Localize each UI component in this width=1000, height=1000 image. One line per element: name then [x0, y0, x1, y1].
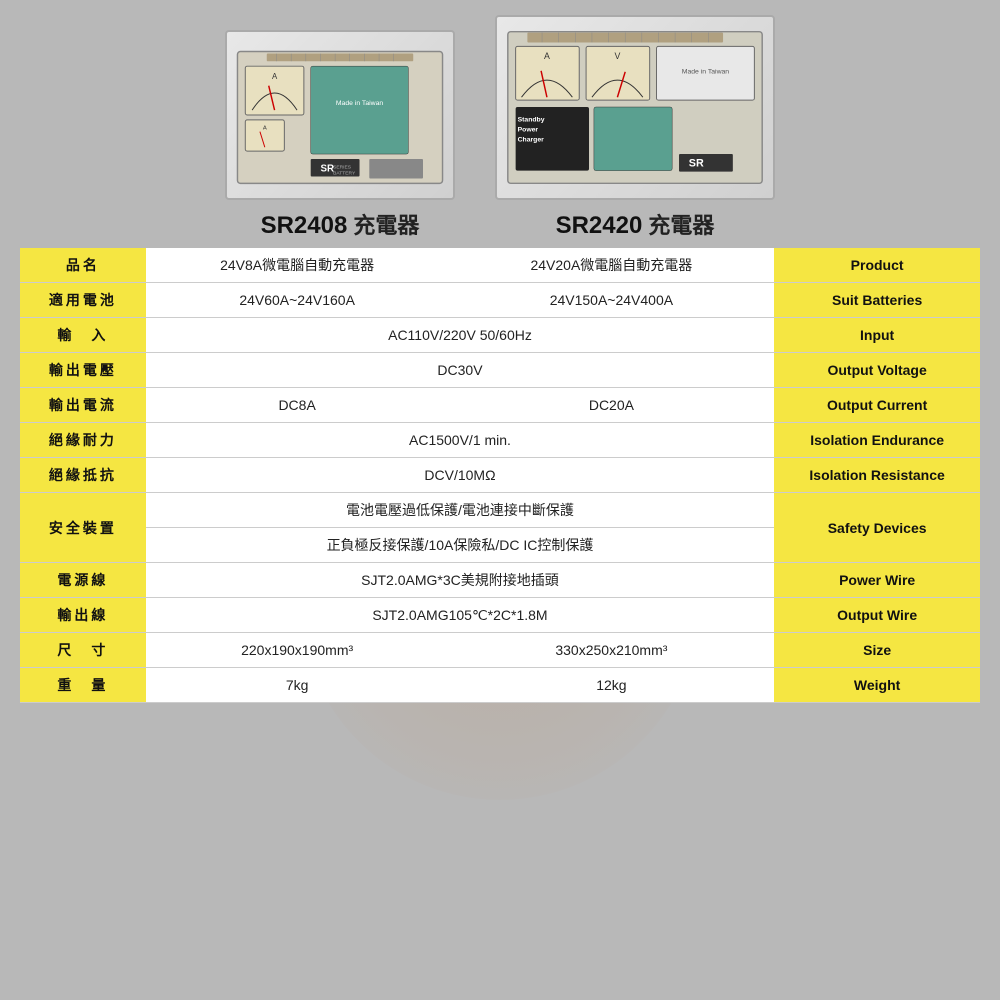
model-sr2408-suffix: 充電器 — [347, 213, 419, 238]
english-weight: Weight — [774, 668, 980, 703]
svg-text:A: A — [272, 72, 278, 81]
svg-text:Made in Taiwan: Made in Taiwan — [682, 69, 730, 76]
value-safety-devices-line2: 正負極反接保護/10A保險私/DC IC控制保護 — [146, 528, 775, 563]
product-sr2420-title: SR2420 充電器 — [556, 208, 715, 240]
model-sr2420: SR2420 — [556, 212, 643, 239]
value-sr2420-batteries: 24V150A~24V400A — [449, 283, 775, 318]
table-row-size: 尺 寸 220x190x190mm³ 330x250x210mm³ Size — [20, 633, 980, 668]
english-output-voltage: Output Voltage — [774, 353, 980, 388]
product-image-sr2408: A A Made in Taiwan SR SERIES — [225, 30, 455, 200]
table-row-output-current: 輸出電流 DC8A DC20A Output Current — [20, 388, 980, 423]
label-isolation-endurance: 絕緣耐力 — [20, 423, 146, 458]
svg-text:SERIES: SERIES — [333, 165, 352, 171]
english-power-wire: Power Wire — [774, 563, 980, 598]
value-sr2420-product: 24V20A微電腦自動充電器 — [449, 248, 775, 283]
label-product: 品名 — [20, 248, 146, 283]
english-isolation-endurance: Isolation Endurance — [774, 423, 980, 458]
value-sr2420-weight: 12kg — [449, 668, 775, 703]
product-image-sr2420: A V Made in Taiwan Standby — [495, 15, 775, 200]
table-row-isolation-endurance: 絕緣耐力 AC1500V/1 min. Isolation Endurance — [20, 423, 980, 458]
label-input: 輸 入 — [20, 318, 146, 353]
label-output-voltage: 輸出電壓 — [20, 353, 146, 388]
svg-text:SR: SR — [689, 158, 704, 170]
value-sr2420-output-current: DC20A — [449, 388, 775, 423]
english-output-wire: Output Wire — [774, 598, 980, 633]
svg-text:A: A — [544, 51, 550, 61]
label-size: 尺 寸 — [20, 633, 146, 668]
svg-text:Made in Taiwan: Made in Taiwan — [336, 100, 384, 107]
english-size: Size — [774, 633, 980, 668]
english-product: Product — [774, 248, 980, 283]
svg-text:SR: SR — [320, 164, 334, 175]
label-output-current: 輸出電流 — [20, 388, 146, 423]
value-isolation-endurance: AC1500V/1 min. — [146, 423, 775, 458]
value-safety-devices-line1: 電池電壓過低保護/電池連接中斷保護 — [146, 493, 775, 528]
english-batteries: Suit Batteries — [774, 283, 980, 318]
specs-table: 品名 24V8A微電腦自動充電器 24V20A微電腦自動充電器 Product … — [20, 248, 980, 703]
product-sr2408-title: SR2408 充電器 — [261, 208, 420, 240]
svg-text:BATTERY: BATTERY — [333, 171, 356, 177]
table-row-weight: 重 量 7kg 12kg Weight — [20, 668, 980, 703]
value-isolation-resistance: DCV/10MΩ — [146, 458, 775, 493]
value-power-wire: SJT2.0AMG*3C美規附接地插頭 — [146, 563, 775, 598]
label-output-wire: 輸出線 — [20, 598, 146, 633]
content-wrapper: A A Made in Taiwan SR SERIES — [20, 10, 980, 703]
table-row-input: 輸 入 AC110V/220V 50/60Hz Input — [20, 318, 980, 353]
value-sr2420-size: 330x250x210mm³ — [449, 633, 775, 668]
table-row-output-wire: 輸出線 SJT2.0AMG105℃*2C*1.8M Output Wire — [20, 598, 980, 633]
page-wrapper: A A Made in Taiwan SR SERIES — [0, 0, 1000, 1000]
table-row-isolation-resistance: 絕緣抵抗 DCV/10MΩ Isolation Resistance — [20, 458, 980, 493]
english-safety-devices: Safety Devices — [774, 493, 980, 563]
table-row-power-wire: 電源線 SJT2.0AMG*3C美規附接地插頭 Power Wire — [20, 563, 980, 598]
table-row-product: 品名 24V8A微電腦自動充電器 24V20A微電腦自動充電器 Product — [20, 248, 980, 283]
english-output-current: Output Current — [774, 388, 980, 423]
svg-text:A: A — [263, 126, 267, 132]
table-row-batteries: 適用電池 24V60A~24V160A 24V150A~24V400A Suit… — [20, 283, 980, 318]
product-sr2408: A A Made in Taiwan SR SERIES — [225, 30, 455, 240]
table-row-output-voltage: 輸出電壓 DC30V Output Voltage — [20, 353, 980, 388]
svg-text:Standby: Standby — [518, 117, 545, 124]
model-sr2420-suffix: 充電器 — [642, 213, 714, 238]
value-sr2408-weight: 7kg — [146, 668, 449, 703]
model-sr2408: SR2408 — [261, 212, 348, 239]
value-output-voltage: DC30V — [146, 353, 775, 388]
value-sr2408-size: 220x190x190mm³ — [146, 633, 449, 668]
label-weight: 重 量 — [20, 668, 146, 703]
english-isolation-resistance: Isolation Resistance — [774, 458, 980, 493]
svg-text:V: V — [614, 51, 620, 61]
label-isolation-resistance: 絕緣抵抗 — [20, 458, 146, 493]
value-output-wire: SJT2.0AMG105℃*2C*1.8M — [146, 598, 775, 633]
english-input: Input — [774, 318, 980, 353]
table-row-safety-devices: 安全裝置 電池電壓過低保護/電池連接中斷保護 Safety Devices — [20, 493, 980, 528]
svg-text:Power: Power — [518, 126, 539, 133]
product-sr2420: A V Made in Taiwan Standby — [495, 15, 775, 240]
value-sr2408-batteries: 24V60A~24V160A — [146, 283, 449, 318]
label-safety-devices: 安全裝置 — [20, 493, 146, 563]
label-batteries: 適用電池 — [20, 283, 146, 318]
svg-text:Charger: Charger — [518, 136, 545, 143]
value-input: AC110V/220V 50/60Hz — [146, 318, 775, 353]
value-sr2408-product: 24V8A微電腦自動充電器 — [146, 248, 449, 283]
label-power-wire: 電源線 — [20, 563, 146, 598]
products-area: A A Made in Taiwan SR SERIES — [20, 15, 980, 240]
value-sr2408-output-current: DC8A — [146, 388, 449, 423]
